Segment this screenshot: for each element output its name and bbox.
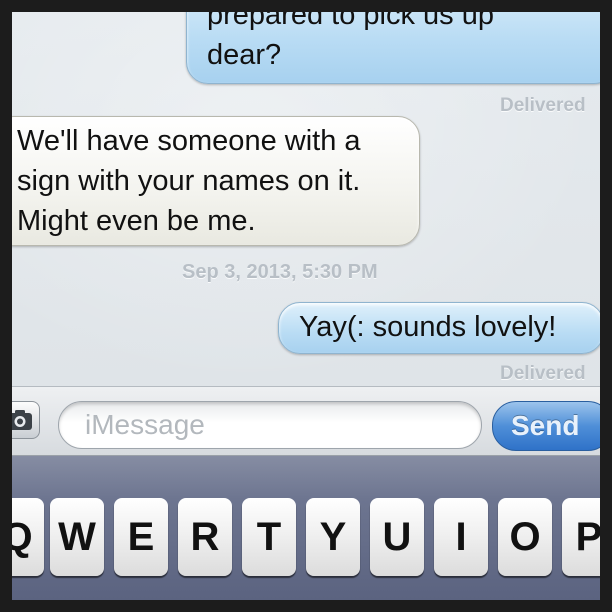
message-line: Yay(: sounds lovely! xyxy=(299,311,557,343)
key-y[interactable]: Y xyxy=(306,498,360,576)
message-line: sign with your names on it. xyxy=(17,165,361,197)
outgoing-message-bubble[interactable]: prepared to pick us up dear? xyxy=(186,12,600,84)
imessage-input[interactable]: iMessage xyxy=(58,401,482,449)
message-line: prepared to pick us up xyxy=(207,12,494,31)
key-o[interactable]: O xyxy=(498,498,552,576)
keyboard: Q W E R T Y U I O P xyxy=(12,456,600,600)
key-e[interactable]: E xyxy=(114,498,168,576)
delivered-status: Delivered xyxy=(500,363,586,384)
key-w[interactable]: W xyxy=(50,498,104,576)
message-timestamp: Sep 3, 2013, 5:30 PM xyxy=(182,261,378,283)
key-r[interactable]: R xyxy=(178,498,232,576)
delivered-status: Delivered xyxy=(500,95,586,116)
message-line: Might even be me. xyxy=(17,205,256,237)
key-u[interactable]: U xyxy=(370,498,424,576)
key-i[interactable]: I xyxy=(434,498,488,576)
outgoing-message-bubble[interactable]: Yay(: sounds lovely! xyxy=(278,302,600,354)
send-button[interactable]: Send xyxy=(492,401,600,451)
key-q[interactable]: Q xyxy=(12,498,44,576)
input-placeholder: iMessage xyxy=(85,409,205,440)
camera-icon xyxy=(12,410,32,430)
key-p[interactable]: P xyxy=(562,498,600,576)
key-t[interactable]: T xyxy=(242,498,296,576)
composer-bar: iMessage Send xyxy=(12,386,600,456)
message-line: dear? xyxy=(207,39,282,71)
message-thread[interactable]: prepared to pick us up dear? Delivered W… xyxy=(12,12,600,386)
incoming-message-bubble[interactable]: We'll have someone with a sign with your… xyxy=(12,116,420,246)
camera-button[interactable] xyxy=(12,401,40,439)
phone-screen: prepared to pick us up dear? Delivered W… xyxy=(12,12,600,600)
message-line: We'll have someone with a xyxy=(17,125,361,157)
